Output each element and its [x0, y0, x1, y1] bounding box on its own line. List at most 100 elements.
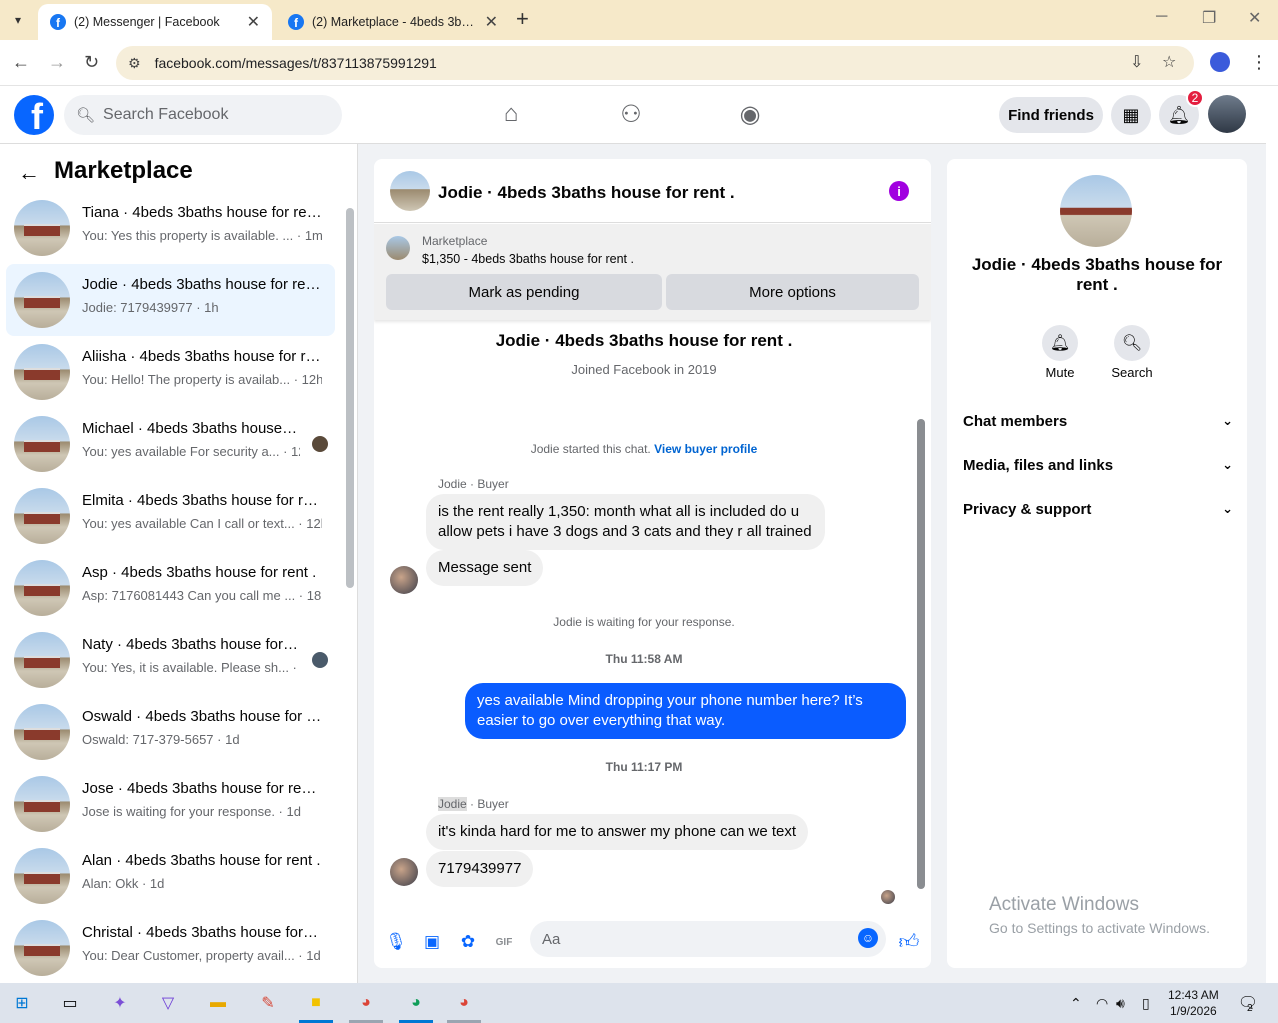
listing-thumbnail — [14, 920, 70, 976]
close-window-icon[interactable]: ✕ — [1248, 8, 1261, 28]
chrome-icon[interactable]: ◕ — [452, 991, 476, 1015]
bookmark-star-icon[interactable]: ☆ — [1162, 52, 1176, 72]
friends-icon[interactable]: ⚇ — [616, 100, 646, 129]
conversation-item[interactable]: Naty · 4beds 3baths house for rent . You… — [6, 624, 335, 696]
system-clock[interactable]: 12:43 AM 1/9/2026 — [1168, 987, 1219, 1019]
tab-search-icon[interactable]: ▾ — [6, 8, 30, 32]
extension-icon[interactable] — [1210, 52, 1230, 72]
conversation-item[interactable]: Aliisha · 4beds 3baths house for rent . … — [6, 336, 335, 408]
outgoing-message[interactable]: yes available Mind dropping your phone n… — [465, 683, 906, 739]
info-icon[interactable]: i — [889, 181, 909, 201]
view-buyer-profile-link[interactable]: View buyer profile — [654, 442, 757, 456]
home-icon[interactable]: ⌂ — [496, 100, 526, 128]
find-friends-button[interactable]: Find friends — [999, 97, 1103, 133]
mark-as-pending-button[interactable]: Mark as pending — [386, 274, 662, 310]
gif-icon[interactable]: GIF — [493, 931, 515, 953]
more-options-button[interactable]: More options — [666, 274, 919, 310]
photo-icon[interactable]: ▣ — [421, 931, 443, 953]
incoming-message[interactable]: 7179439977 — [426, 851, 534, 887]
listing-thumbnail[interactable] — [386, 236, 410, 260]
back-icon[interactable]: ← — [12, 52, 30, 73]
seen-avatar — [312, 652, 328, 668]
search-icon[interactable]: 🔍︎ — [1114, 325, 1150, 361]
listing-thumbnail — [14, 848, 70, 904]
timestamp: Thu 11:17 PM — [605, 760, 683, 774]
groups-icon[interactable]: ◉ — [735, 100, 765, 129]
vpn-app-icon[interactable]: ▽ — [156, 991, 180, 1015]
conversation-item-active[interactable]: Jodie · 4beds 3baths house for rent . Jo… — [6, 264, 335, 336]
task-view-icon[interactable]: ▭ — [58, 991, 82, 1015]
incoming-message[interactable]: is the rent really 1,350: month what all… — [426, 494, 825, 550]
conversation-item[interactable]: Alan · 4beds 3baths house for rent . Ala… — [6, 840, 335, 912]
incoming-message[interactable]: it's kinda hard for me to answer my phon… — [426, 814, 809, 850]
url-text: facebook.com/messages/t/837113875991291 — [154, 55, 437, 71]
chrome-icon[interactable]: ◕ — [404, 991, 428, 1015]
sticker-icon[interactable]: ✿ — [457, 931, 479, 953]
conversation-item[interactable]: Jose · 4beds 3baths house for rent . Jos… — [6, 768, 335, 840]
chevron-up-icon[interactable]: ⌃ — [1070, 995, 1082, 1012]
message-input[interactable]: Aa — [530, 921, 886, 957]
chevron-down-icon: ⌄ — [1222, 501, 1233, 516]
sender-name: Jodie — [438, 797, 467, 811]
message-line: is the rent really 1,350: month what all… — [438, 503, 800, 520]
tab-marketplace[interactable]: f (2) Marketplace - 4beds 3baths ✕ — [276, 4, 510, 40]
forward-icon[interactable]: → — [48, 52, 66, 73]
emoji-icon[interactable]: ☺ — [858, 928, 878, 948]
menu-grid-icon[interactable]: ▦ — [1111, 95, 1151, 135]
avatar[interactable] — [1208, 95, 1246, 133]
reload-icon[interactable]: ↻ — [84, 52, 99, 73]
conversation-item[interactable]: Tiana · 4beds 3baths house for rent . Yo… — [6, 192, 335, 264]
browser-menu-icon[interactable]: ⋮ — [1250, 52, 1268, 73]
conversation-item[interactable]: Asp · 4beds 3baths house for rent . Asp:… — [6, 552, 335, 624]
chat-members-section[interactable]: Chat members ⌄ — [963, 401, 1233, 441]
sticky-notes-icon[interactable]: ■ — [304, 991, 328, 1015]
media-files-links-section[interactable]: Media, files and links ⌄ — [963, 445, 1233, 485]
battery-icon[interactable]: ▯ — [1142, 995, 1150, 1012]
marketplace-label: Marketplace — [422, 234, 488, 248]
volume-icon[interactable]: 🔊︎ — [1116, 995, 1125, 1012]
privacy-support-section[interactable]: Privacy & support ⌄ — [963, 489, 1233, 529]
url-field[interactable]: ⚙ facebook.com/messages/t/83711387599129… — [116, 46, 1194, 80]
conversation-item[interactable]: Oswald · 4beds 3baths house for rent . O… — [6, 696, 335, 768]
mute-icon[interactable]: 🔔︎ — [1042, 325, 1078, 361]
listing-thumbnail — [14, 200, 70, 256]
file-explorer-icon[interactable]: ▬ — [206, 991, 230, 1015]
conversation-item[interactable]: Elmita · 4beds 3baths house for rent . Y… — [6, 480, 335, 552]
page-scrollbar[interactable] — [1266, 86, 1278, 983]
microphone-icon[interactable]: 🎙︎ — [385, 931, 407, 953]
close-tab-icon[interactable]: ✕ — [247, 12, 260, 32]
minimize-icon[interactable]: ─ — [1156, 8, 1167, 26]
clock-time: 12:43 AM — [1168, 988, 1219, 1002]
conversation-item[interactable]: Michael · 4beds 3baths house for rent . … — [6, 408, 335, 480]
facebook-favicon-icon: f — [288, 14, 304, 30]
thumbs-up-icon[interactable]: 👍︎ — [898, 931, 920, 953]
chrome-icon[interactable]: ◕ — [354, 991, 378, 1015]
sidebar-scrollbar[interactable] — [346, 208, 354, 588]
conversation-avatar[interactable] — [1060, 175, 1132, 247]
chat-avatar[interactable] — [390, 171, 430, 211]
install-app-icon[interactable]: ⇩ — [1130, 52, 1143, 72]
windows-start-icon[interactable]: ⊞ — [10, 991, 34, 1015]
listing-price[interactable]: $1,350 - 4beds 3baths house for rent . — [422, 252, 634, 266]
close-tab-icon[interactable]: ✕ — [485, 12, 498, 32]
chat-title[interactable]: Jodie · 4beds 3baths house for rent . — [438, 183, 735, 203]
copilot-icon[interactable]: ✦ — [108, 991, 132, 1015]
message-line: yes available Mind dropping your phone n… — [477, 692, 863, 709]
back-arrow-icon[interactable]: ← — [18, 160, 40, 186]
site-info-icon[interactable]: ⚙ — [128, 55, 141, 72]
intro-name: Jodie · 4beds 3baths house for rent . — [495, 331, 793, 350]
tab-messenger[interactable]: f (2) Messenger | Facebook ✕ — [38, 4, 272, 40]
search-placeholder: Search Facebook — [103, 106, 229, 123]
restore-icon[interactable]: ❐ — [1202, 8, 1216, 28]
listing-thumbnail — [14, 272, 70, 328]
conversation-item[interactable]: Christal · 4beds 3baths house for rent .… — [6, 912, 335, 984]
search-input[interactable]: 🔍︎ Search Facebook — [64, 95, 342, 135]
sender-avatar[interactable] — [390, 566, 418, 594]
sender-avatar[interactable] — [390, 858, 418, 886]
facebook-logo-icon[interactable]: f — [14, 95, 54, 135]
new-tab-button[interactable]: + — [516, 8, 529, 30]
paint-icon[interactable]: ✎ — [256, 991, 280, 1015]
chat-scrollbar[interactable] — [917, 419, 925, 889]
incoming-message[interactable]: Message sent — [426, 550, 544, 586]
wifi-icon[interactable]: ◠ — [1096, 995, 1108, 1012]
